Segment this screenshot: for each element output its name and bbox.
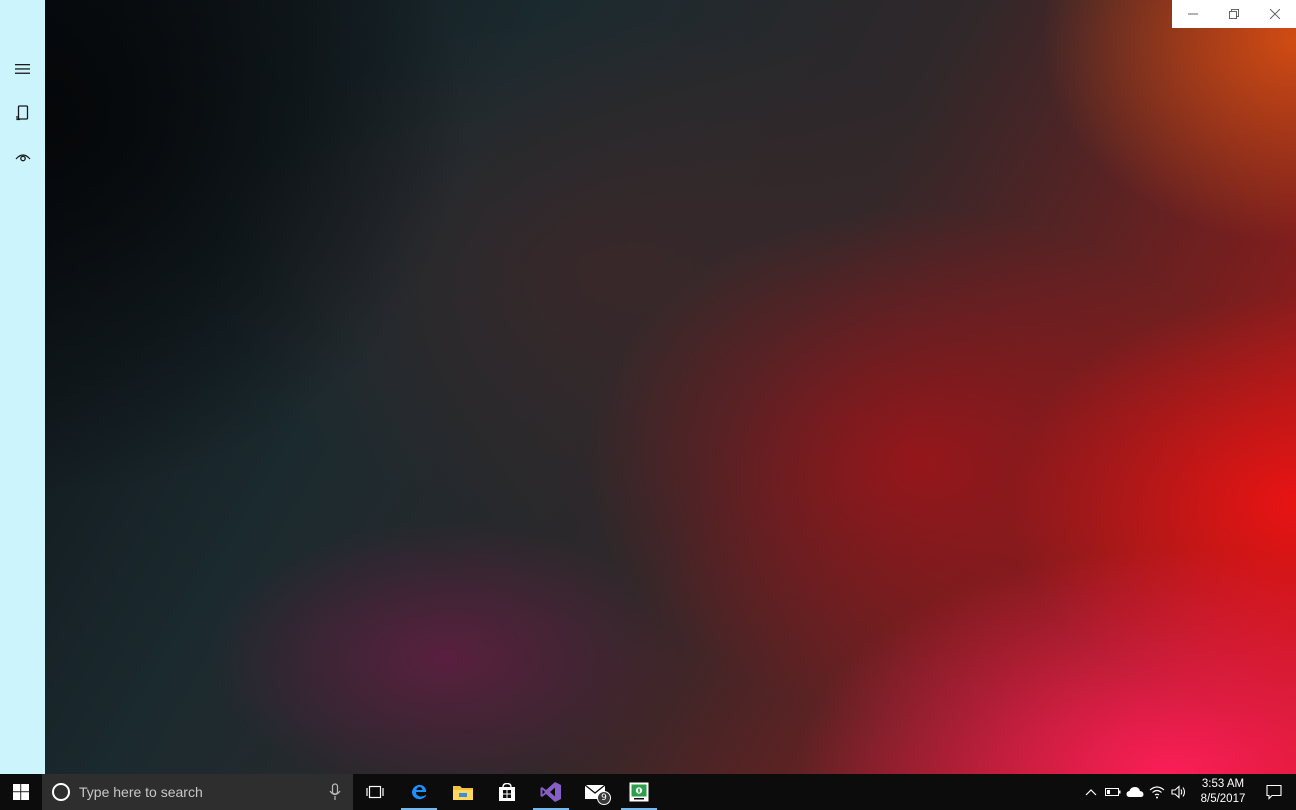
taskbar-app-edge[interactable] [397, 774, 441, 810]
hamburger-menu-button[interactable] [0, 47, 45, 91]
search-placeholder: Type here to search [79, 784, 203, 800]
wifi-tray-button[interactable] [1146, 774, 1168, 810]
device-rotate-button[interactable] [0, 91, 45, 135]
chevron-up-icon [1085, 789, 1097, 796]
minimize-icon [1187, 13, 1198, 15]
cortana-icon [52, 783, 70, 801]
eye-view-icon [15, 154, 30, 162]
battery-icon [1105, 788, 1121, 796]
device-rotate-icon [15, 105, 28, 121]
taskbar-app-file-explorer[interactable] [441, 774, 485, 810]
volume-icon [1171, 785, 1186, 799]
edge-browser-icon [412, 784, 426, 800]
navigation-pane [0, 0, 45, 774]
onedrive-tray-button[interactable] [1124, 774, 1146, 810]
taskbar: Type here to search 9 3:53 AM 8/5/2017 [0, 774, 1296, 810]
minimize-button[interactable] [1172, 0, 1213, 28]
window-caption-buttons [1172, 0, 1296, 28]
system-tray: 3:53 AM 8/5/2017 [1080, 774, 1296, 810]
visual-studio-icon [540, 782, 561, 802]
green-app-icon [629, 782, 649, 802]
restore-button[interactable] [1213, 0, 1254, 28]
close-icon [1269, 9, 1280, 19]
show-hidden-icons-button[interactable] [1080, 774, 1102, 810]
start-button[interactable] [0, 774, 42, 810]
volume-tray-button[interactable] [1168, 774, 1190, 810]
taskbar-app-visual-studio[interactable] [529, 774, 573, 810]
action-center-button[interactable] [1252, 774, 1296, 810]
task-view-icon [366, 785, 384, 799]
view-button[interactable] [0, 135, 45, 179]
restore-icon [1228, 9, 1239, 19]
taskbar-clock[interactable]: 3:53 AM 8/5/2017 [1194, 774, 1252, 810]
close-button[interactable] [1254, 0, 1295, 28]
mail-unread-badge: 9 [597, 791, 611, 805]
taskbar-app-mail[interactable]: 9 [573, 774, 617, 810]
app-content-background [45, 0, 1296, 774]
taskbar-app-store[interactable] [485, 774, 529, 810]
windows-logo-icon [13, 784, 29, 800]
task-view-button[interactable] [353, 774, 397, 810]
hamburger-menu-icon [14, 64, 30, 74]
wifi-icon [1149, 786, 1165, 799]
store-icon [499, 783, 515, 801]
microphone-icon[interactable] [329, 783, 341, 801]
taskbar-app-green[interactable] [617, 774, 661, 810]
clock-date: 8/5/2017 [1200, 793, 1246, 805]
onedrive-cloud-icon [1126, 787, 1144, 797]
clock-time: 3:53 AM [1201, 778, 1245, 790]
taskbar-search-box[interactable]: Type here to search [42, 774, 353, 810]
file-explorer-icon [453, 786, 473, 800]
battery-tray-button[interactable] [1102, 774, 1124, 810]
notification-icon [1266, 784, 1282, 800]
